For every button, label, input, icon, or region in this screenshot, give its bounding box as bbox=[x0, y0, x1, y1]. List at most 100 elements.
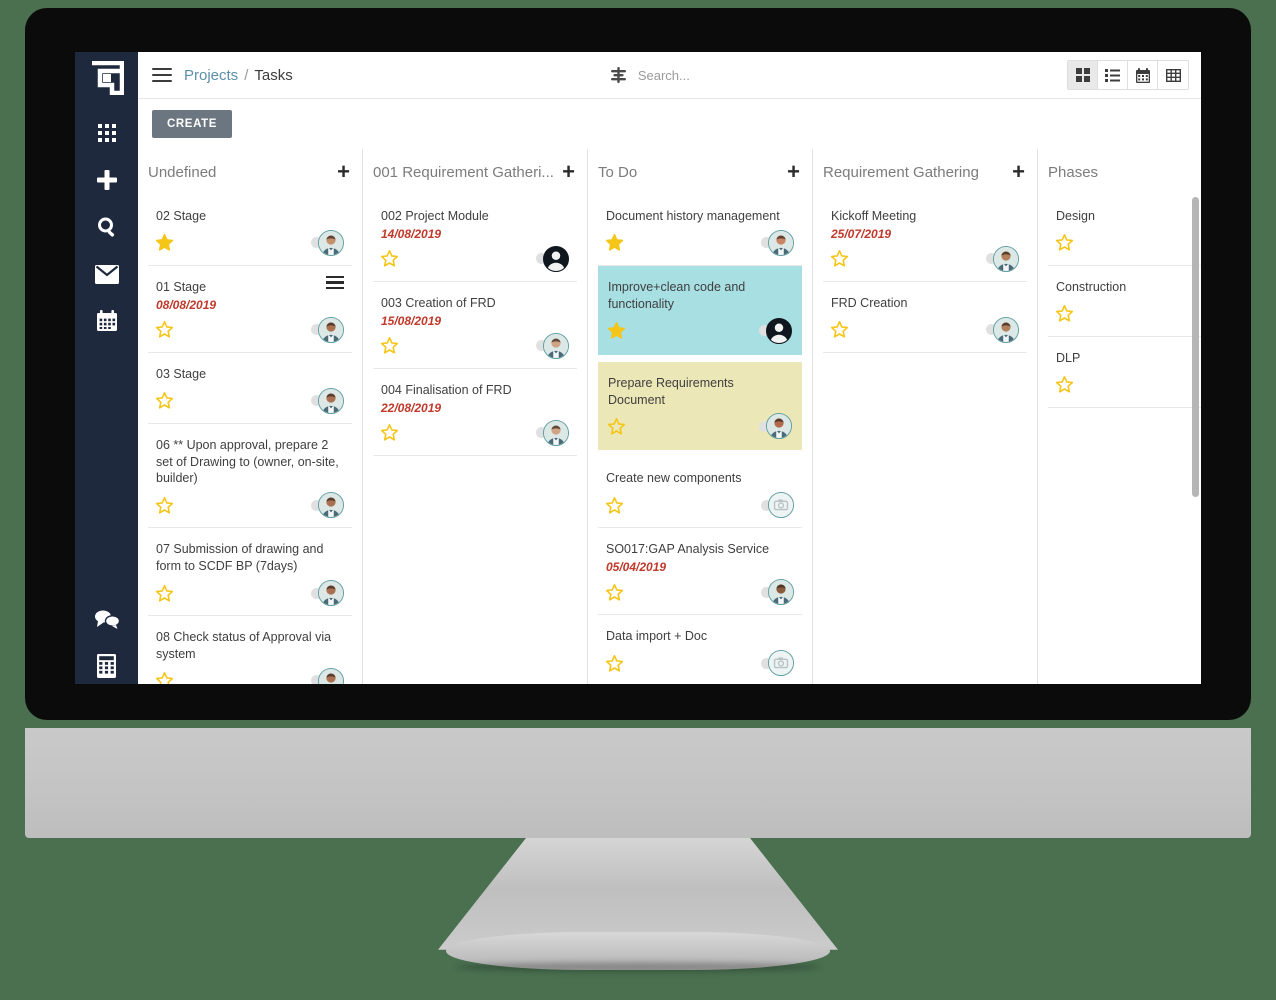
assignee-avatar[interactable] bbox=[543, 332, 569, 359]
assignee-avatar[interactable] bbox=[768, 579, 794, 606]
task-card[interactable]: Kickoff Meeting 25/07/2019 bbox=[823, 195, 1027, 282]
task-card[interactable]: 01 Stage 08/08/2019 bbox=[148, 266, 352, 353]
assignee-avatar[interactable] bbox=[543, 419, 569, 446]
search-icon[interactable] bbox=[87, 210, 127, 244]
task-card[interactable]: 003 Creation of FRD 15/08/2019 bbox=[373, 282, 577, 369]
breadcrumb-projects[interactable]: Projects bbox=[184, 67, 238, 84]
task-card[interactable]: SO017:GAP Analysis Service 05/04/2019 bbox=[598, 528, 802, 616]
task-card[interactable]: 06 ** Upon approval, prepare 2 set of Dr… bbox=[148, 424, 352, 529]
task-card[interactable]: 03 Stage bbox=[148, 353, 352, 424]
view-toggle-group bbox=[1067, 60, 1189, 90]
assignee-avatar[interactable] bbox=[318, 667, 344, 684]
task-card[interactable]: Data import + Doc bbox=[598, 615, 802, 684]
star-icon[interactable] bbox=[606, 583, 623, 601]
card-menu-icon[interactable] bbox=[326, 275, 344, 290]
mail-icon[interactable] bbox=[87, 257, 127, 291]
star-icon[interactable] bbox=[831, 250, 848, 267]
star-icon[interactable] bbox=[606, 234, 623, 251]
task-card[interactable]: 002 Project Module 14/08/2019 bbox=[373, 195, 577, 282]
assignee-avatar[interactable] bbox=[766, 317, 792, 344]
star-icon[interactable] bbox=[831, 321, 848, 338]
star-icon[interactable] bbox=[381, 424, 398, 441]
task-card-title: Design bbox=[1056, 209, 1095, 223]
task-card-title: 07 Submission of drawing and form to SCD… bbox=[156, 542, 324, 574]
task-card-footer bbox=[156, 491, 344, 519]
calendar-view-icon[interactable] bbox=[1128, 61, 1158, 89]
task-card-footer bbox=[831, 316, 1019, 344]
star-icon[interactable] bbox=[1056, 234, 1073, 251]
assignee-avatar[interactable] bbox=[766, 413, 792, 440]
assignee-avatar[interactable] bbox=[993, 316, 1019, 343]
task-card-title: Construction bbox=[1056, 279, 1127, 294]
left-nav-rail bbox=[75, 52, 138, 684]
assignee-avatar[interactable] bbox=[318, 492, 344, 519]
star-icon[interactable] bbox=[606, 654, 623, 672]
list-view-icon[interactable] bbox=[1098, 61, 1128, 89]
task-card-footer bbox=[1056, 229, 1201, 257]
assignee-avatar[interactable] bbox=[993, 245, 1019, 272]
create-button[interactable]: CREATE bbox=[152, 110, 233, 138]
calendar-icon[interactable] bbox=[87, 304, 127, 338]
assignee-avatar[interactable] bbox=[768, 229, 794, 256]
task-card-footer bbox=[381, 245, 569, 273]
add-card-button[interactable]: + bbox=[1006, 161, 1025, 183]
task-card[interactable]: 07 Submission of drawing and form to SCD… bbox=[148, 528, 352, 616]
assignee-avatar[interactable] bbox=[318, 229, 344, 256]
assignee-avatar[interactable] bbox=[768, 650, 794, 676]
task-card-title: Create new components bbox=[606, 471, 742, 486]
star-icon[interactable] bbox=[1056, 376, 1073, 393]
task-card[interactable]: 004 Finalisation of FRD 22/08/2019 bbox=[373, 369, 577, 456]
assignee-avatar[interactable] bbox=[318, 580, 344, 606]
hamburger-menu-icon[interactable] bbox=[152, 68, 172, 82]
chat-icon[interactable] bbox=[87, 602, 127, 636]
top-bar: Projects / Tasks Search... bbox=[138, 52, 1201, 99]
task-card[interactable]: 08 Check status of Approval via system bbox=[148, 616, 352, 684]
search-input[interactable]: Search... bbox=[610, 66, 690, 84]
add-card-button[interactable]: + bbox=[781, 161, 800, 183]
star-icon[interactable] bbox=[608, 417, 625, 435]
app-logo[interactable] bbox=[87, 58, 127, 98]
task-card[interactable]: Prepare Requirements Document bbox=[598, 361, 802, 451]
column-cards: Design Construction DLP bbox=[1038, 195, 1201, 684]
assignee-avatar[interactable] bbox=[768, 492, 794, 519]
task-card-footer bbox=[381, 419, 569, 447]
plus-icon[interactable] bbox=[87, 163, 127, 197]
toolbar: CREATE bbox=[138, 99, 1201, 149]
star-icon[interactable] bbox=[156, 321, 173, 338]
star-icon[interactable] bbox=[156, 234, 173, 251]
task-card[interactable]: Construction bbox=[1048, 266, 1201, 337]
star-icon[interactable] bbox=[1056, 305, 1073, 322]
task-card[interactable]: 02 Stage bbox=[148, 195, 352, 266]
star-icon[interactable] bbox=[156, 392, 173, 409]
task-card[interactable]: DLP bbox=[1048, 337, 1201, 408]
column-header: 001 Requirement Gatheri... + bbox=[363, 149, 587, 195]
task-card[interactable]: FRD Creation bbox=[823, 282, 1027, 353]
board-vertical-scrollbar[interactable] bbox=[1192, 197, 1199, 497]
task-card[interactable]: Create new components bbox=[598, 457, 802, 529]
apps-grid-icon[interactable] bbox=[87, 116, 127, 150]
assignee-avatar[interactable] bbox=[543, 245, 569, 272]
star-icon[interactable] bbox=[381, 337, 398, 354]
column-title: To Do bbox=[598, 163, 638, 181]
calculator-icon[interactable] bbox=[87, 649, 127, 683]
grid-view-icon[interactable] bbox=[1068, 61, 1098, 89]
assignee-avatar[interactable] bbox=[318, 387, 344, 414]
task-card-title: 08 Check status of Approval via system bbox=[156, 630, 332, 661]
add-card-button[interactable]: + bbox=[556, 161, 575, 183]
assignee-avatar[interactable] bbox=[318, 316, 344, 343]
task-card[interactable]: Document history management bbox=[598, 195, 802, 266]
column-cards: Document history management Improve+clean… bbox=[588, 195, 812, 684]
star-icon[interactable] bbox=[156, 672, 173, 684]
task-card[interactable]: Improve+clean code and functionality bbox=[598, 265, 802, 355]
task-card[interactable]: Design bbox=[1048, 195, 1201, 266]
star-icon[interactable] bbox=[156, 584, 173, 602]
star-icon[interactable] bbox=[608, 322, 625, 339]
star-icon[interactable] bbox=[606, 496, 623, 514]
table-view-icon[interactable] bbox=[1158, 61, 1188, 89]
star-icon[interactable] bbox=[381, 250, 398, 267]
task-card-footer bbox=[606, 578, 794, 606]
task-card-footer bbox=[831, 245, 1019, 273]
task-card-due-date: 08/08/2019 bbox=[156, 297, 217, 312]
add-card-button[interactable]: + bbox=[331, 161, 350, 183]
star-icon[interactable] bbox=[156, 496, 173, 514]
